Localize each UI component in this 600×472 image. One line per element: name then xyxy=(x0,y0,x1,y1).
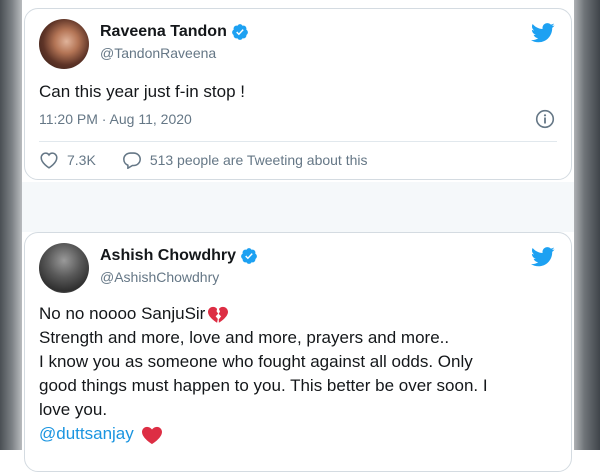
divider xyxy=(39,141,557,142)
author-row: Ashish Chowdhry xyxy=(100,247,258,265)
tweet-line: love you. xyxy=(39,400,108,419)
red-heart-emoji xyxy=(141,426,162,444)
author-name[interactable]: Ashish Chowdhry xyxy=(100,247,236,265)
background-right-edge xyxy=(574,0,600,450)
card-gap xyxy=(22,182,574,232)
author-handle[interactable]: @AshishChowdhry xyxy=(100,269,219,285)
tweet-text: No no noooo SanjuSir Strength and more, … xyxy=(39,302,559,446)
tweet-line: good things must happen to you. This bet… xyxy=(39,376,488,395)
verified-badge-icon xyxy=(241,248,257,264)
tweet-line: I know you as someone who fought against… xyxy=(39,352,473,371)
tweet-timestamp[interactable]: 11:20 PM · Aug 11, 2020 xyxy=(39,111,192,127)
author-row: Raveena Tandon xyxy=(100,23,249,41)
avatar[interactable] xyxy=(39,243,89,293)
mention-link[interactable]: @duttsanjay xyxy=(39,424,134,443)
tweet-card-ashish[interactable]: Ashish Chowdhry @AshishChowdhry No no no… xyxy=(24,232,572,472)
heart-outline-icon[interactable] xyxy=(39,151,59,169)
tweet-line-text: No no noooo SanjuSir xyxy=(39,304,206,323)
tweet-line: No no noooo SanjuSir xyxy=(39,302,559,326)
tweet-actions: 7.3K 513 people are Tweeting about this xyxy=(39,151,368,169)
tweet-text: Can this year just f-in stop ! xyxy=(39,82,245,101)
broken-heart-emoji xyxy=(208,306,229,323)
tweet-line: Strength and more, love and more, prayer… xyxy=(39,328,450,347)
like-count[interactable]: 7.3K xyxy=(67,152,96,168)
twitter-bird-icon[interactable] xyxy=(531,247,555,267)
background-left-edge xyxy=(0,0,22,450)
twitter-bird-icon[interactable] xyxy=(531,23,555,43)
tweet-line: @duttsanjay xyxy=(39,422,559,446)
tweeting-about-link[interactable]: 513 people are Tweeting about this xyxy=(150,152,368,168)
author-name[interactable]: Raveena Tandon xyxy=(100,23,227,41)
info-icon[interactable] xyxy=(535,109,555,129)
avatar[interactable] xyxy=(39,19,89,69)
author-handle[interactable]: @TandonRaveena xyxy=(100,45,216,61)
reply-bubble-icon[interactable] xyxy=(122,151,142,169)
tweet-card-raveena[interactable]: Raveena Tandon @TandonRaveena Can this y… xyxy=(24,8,572,180)
verified-badge-icon xyxy=(231,24,248,40)
